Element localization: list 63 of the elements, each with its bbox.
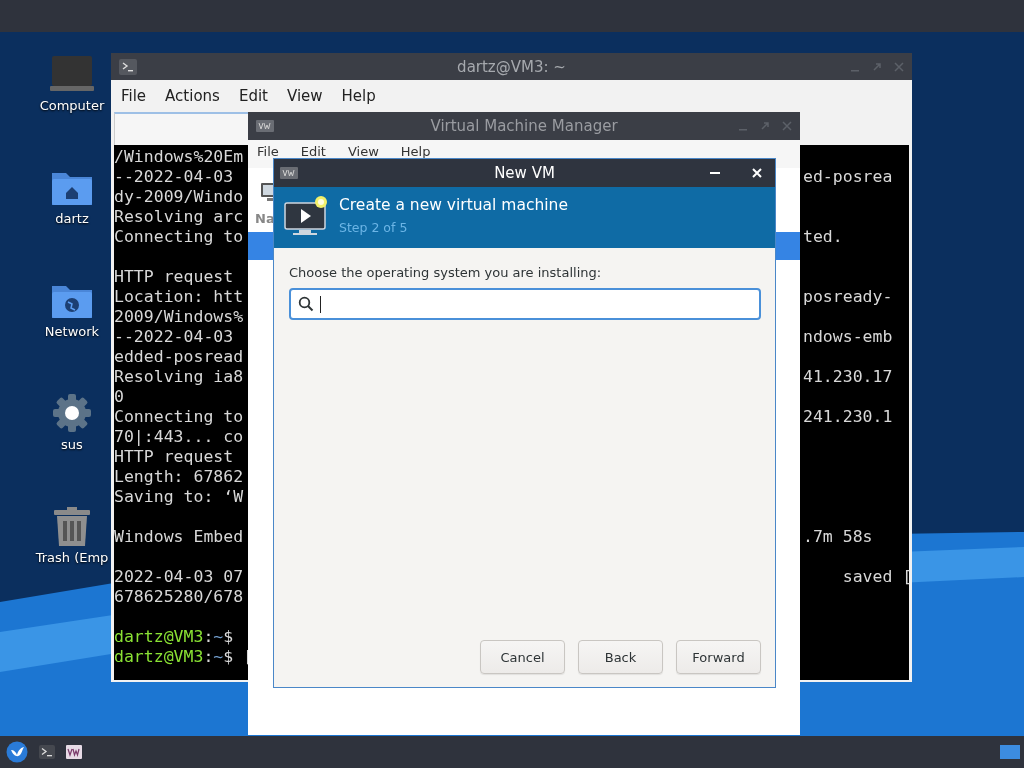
terminal-line: 678625280/678 — [114, 587, 244, 606]
dialog-button[interactable]: Forward — [676, 640, 761, 674]
window-title: New VM — [494, 164, 555, 182]
terminal-line: --2022-04-03 — [114, 167, 234, 186]
app-logo-icon[interactable] — [66, 745, 82, 759]
step-label: Step 2 of 5 — [339, 220, 409, 235]
search-field[interactable] — [289, 288, 761, 320]
terminal-line: Connecting to — [114, 407, 244, 426]
terminal-line: 241.230.1 — [803, 407, 893, 427]
terminal-icon[interactable] — [39, 745, 55, 759]
column-header[interactable]: Na — [255, 211, 275, 226]
monitor-play-icon — [283, 195, 329, 237]
start-menu-icon[interactable] — [6, 741, 28, 763]
instruction-text: Choose the operating system you are installing: — [289, 264, 603, 281]
terminal-line: Location: htt — [114, 287, 244, 306]
window-title: dartz@VM3: ~ — [457, 57, 566, 76]
terminal-line: 0 — [114, 387, 124, 406]
terminal-line: 2022-04-03 07 — [114, 567, 244, 586]
menu-item[interactable]: View — [286, 87, 323, 105]
app-logo-icon — [256, 120, 274, 132]
terminal-line: Length: 67862 — [114, 467, 244, 486]
terminal-line: Windows Embed — [114, 527, 244, 546]
terminal-line: saved [ — [841, 567, 913, 587]
menu-item[interactable]: Help — [341, 87, 376, 105]
gear-icon[interactable] — [50, 393, 94, 433]
window-title: Virtual Machine Manager — [430, 117, 618, 135]
prompt-line: dartz@VM3:~$ — [114, 627, 234, 646]
dialog-button[interactable]: Back — [578, 640, 663, 674]
terminal-line: Saving to: ‘W — [114, 487, 244, 506]
terminal-line: Resolving arc — [114, 207, 244, 226]
terminal-line: --2022-04-03 — [114, 327, 234, 346]
terminal-line: ndows-emb — [803, 327, 893, 347]
icon-label[interactable]: dartz — [55, 211, 89, 226]
header-title: Create a new virtual machine — [339, 195, 568, 216]
search-icon — [298, 296, 314, 312]
terminal-line: dy-2009/Windo — [114, 187, 244, 206]
icon-label[interactable]: Network — [44, 324, 100, 339]
icon-label[interactable]: sus — [61, 437, 83, 452]
terminal-icon — [119, 58, 137, 75]
terminal-line: Resolving ia8 — [114, 367, 244, 386]
menu-item[interactable]: File — [121, 87, 147, 105]
icon-label[interactable]: Trash (Emp — [35, 550, 109, 565]
menu-item[interactable]: View — [347, 144, 379, 159]
terminal-line: HTTP request — [114, 447, 234, 466]
terminal-line: ted. — [803, 227, 843, 247]
app-logo-icon — [280, 167, 298, 179]
menu-item[interactable]: Edit — [238, 87, 268, 105]
terminal-line: HTTP request — [114, 267, 234, 286]
icon-label[interactable]: Computer — [39, 98, 105, 113]
dialog-button[interactable]: Cancel — [480, 640, 565, 674]
terminal-line: 70|:443... co — [114, 427, 244, 446]
terminal-line: /Windows%20Em — [114, 147, 244, 166]
terminal-line: 2009/Windows% — [114, 307, 244, 326]
menu-item[interactable]: File — [257, 144, 279, 159]
menu-item[interactable]: Help — [400, 144, 431, 159]
terminal-line: edded-posread — [114, 347, 244, 366]
terminal-line: posready- — [803, 287, 893, 307]
terminal-line: ed-posrea — [803, 167, 893, 187]
terminal-line: 41.230.17 — [803, 367, 893, 387]
terminal-line: Connecting to — [114, 227, 244, 246]
menu-item[interactable]: Edit — [300, 144, 326, 159]
terminal-line: .7m 58s — [803, 527, 873, 547]
menu-item[interactable]: Actions — [165, 87, 220, 105]
